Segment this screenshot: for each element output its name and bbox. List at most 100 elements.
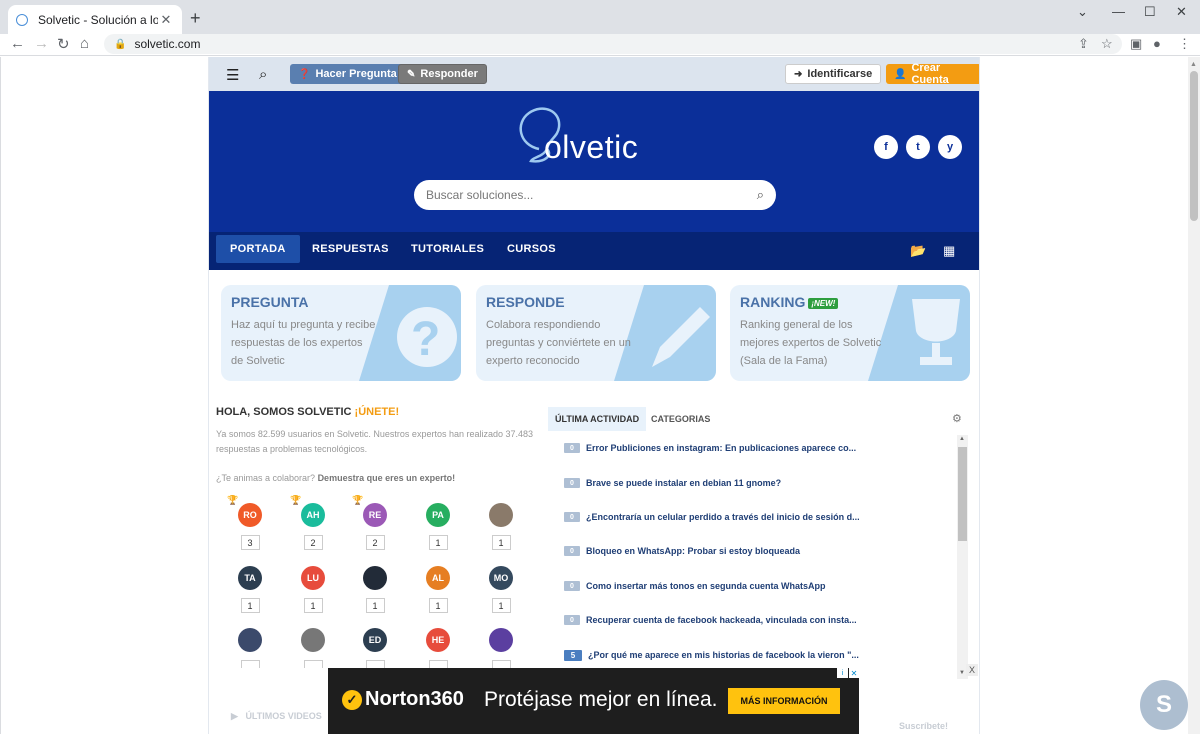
avatar[interactable]: MO xyxy=(489,566,513,590)
close-tab-icon[interactable]: ✕ xyxy=(158,12,174,28)
search-icon[interactable]: ⌕ xyxy=(259,66,267,83)
avatar[interactable]: AH xyxy=(301,503,325,527)
gear-icon[interactable]: ⚙ xyxy=(952,412,962,425)
ask-question-button[interactable]: ❓ Hacer Pregunta xyxy=(290,64,405,84)
activity-title[interactable]: Como insertar más tonos en segunda cuent… xyxy=(586,581,826,591)
user-entry[interactable]: 1 xyxy=(360,566,390,613)
avatar[interactable] xyxy=(363,566,387,590)
activity-title[interactable]: ¿Por qué me aparece en mis historias de … xyxy=(588,650,859,660)
user-entry[interactable]: ED xyxy=(360,628,390,668)
back-icon[interactable]: ← xyxy=(10,35,25,52)
activity-title[interactable]: Recuperar cuenta de facebook hackeada, v… xyxy=(586,615,857,625)
user-entry[interactable]: 🏆 RO 3 xyxy=(227,495,265,550)
ad-info-icon[interactable]: i xyxy=(837,668,848,678)
avatar[interactable] xyxy=(489,628,513,652)
avatar[interactable]: TA xyxy=(238,566,262,590)
scroll-up-icon[interactable]: ▲ xyxy=(959,436,965,442)
user-entry[interactable]: PA 1 xyxy=(423,503,453,550)
user-entry[interactable]: TA 1 xyxy=(235,566,265,613)
user-entry[interactable]: AL 1 xyxy=(423,566,453,613)
avatar[interactable] xyxy=(301,628,325,652)
search-submit-icon[interactable]: ⌕ xyxy=(757,187,764,203)
browser-tab[interactable]: Solvetic - Solución a los problem ✕ xyxy=(8,5,182,34)
card-responde[interactable]: RESPONDE Colabora respondiendo preguntas… xyxy=(476,285,716,381)
activity-item[interactable]: 0 Recuperar cuenta de facebook hackeada, … xyxy=(564,611,857,629)
nav-cursos[interactable]: CURSOS xyxy=(493,235,570,263)
reload-icon[interactable]: ↻ xyxy=(57,35,70,53)
minimize-icon[interactable]: — xyxy=(1112,4,1125,19)
youtube-icon[interactable]: y xyxy=(938,135,962,159)
subscribe-label[interactable]: Suscríbete! xyxy=(899,721,948,731)
avatar[interactable]: AL xyxy=(426,566,450,590)
maximize-icon[interactable]: ☐ xyxy=(1144,4,1156,20)
ad-cta-button[interactable]: MÁS INFORMACIÓN xyxy=(728,688,840,714)
card-pregunta[interactable]: ? PREGUNTA Haz aquí tu pregunta y recibe… xyxy=(221,285,461,381)
activity-title[interactable]: Error Publiciones en instagram: En publi… xyxy=(586,443,856,453)
user-entry[interactable]: LU 1 xyxy=(298,566,328,613)
side-panel-icon[interactable]: ▣ xyxy=(1130,36,1142,52)
scroll-down-icon[interactable]: ▼ xyxy=(959,670,965,676)
avatar[interactable]: PA xyxy=(426,503,450,527)
login-button[interactable]: ➜ Identificarse xyxy=(785,64,882,84)
activity-title[interactable]: ¿Encontraría un celular perdido a través… xyxy=(586,512,860,522)
avatar[interactable]: RO xyxy=(238,503,262,527)
user-entry[interactable]: 🏆 RE 2 xyxy=(352,495,390,550)
activity-item[interactable]: 5 ¿Por qué me aparece en mis historias de… xyxy=(564,646,859,664)
card-ranking[interactable]: RANKING ¡NEW! Ranking general de los mejo… xyxy=(730,285,970,381)
user-entry[interactable] xyxy=(235,628,265,668)
tab-categorias[interactable]: CATEGORIAS xyxy=(644,407,717,431)
folder-open-icon[interactable]: 📂 xyxy=(910,243,926,259)
activity-item[interactable]: 0 Bloqueo en WhatsApp: Probar si estoy bl… xyxy=(564,542,800,560)
invite-text: ¿Te animas a colaborar? Demuestra que er… xyxy=(216,473,455,483)
ad-close-icon[interactable]: ✕ xyxy=(849,668,859,678)
share-icon[interactable]: ⇪ xyxy=(1078,36,1089,52)
tab-search-icon[interactable]: ⌄ xyxy=(1077,4,1088,20)
profile-icon[interactable]: ● xyxy=(1153,36,1161,51)
activity-scroll-thumb[interactable] xyxy=(958,447,967,541)
activity-title[interactable]: Bloqueo en WhatsApp: Probar si estoy blo… xyxy=(586,546,800,556)
bookmark-star-icon[interactable]: ☆ xyxy=(1101,36,1113,52)
user-entry[interactable]: HE xyxy=(423,628,453,668)
page-scrollbar[interactable]: ▲ xyxy=(1188,57,1200,734)
user-entry[interactable] xyxy=(486,628,516,668)
scrollbar-thumb[interactable] xyxy=(1190,71,1198,221)
avatar[interactable]: LU xyxy=(301,566,325,590)
create-account-button[interactable]: 👤 Crear Cuenta xyxy=(886,62,979,86)
tab-ultima-actividad[interactable]: ÚLTIMA ACTIVIDAD xyxy=(548,407,647,431)
activity-item[interactable]: 0 Brave se puede instalar en debian 11 gn… xyxy=(564,474,781,492)
menu-kebab-icon[interactable]: ⋮ xyxy=(1178,36,1191,52)
user-entry[interactable] xyxy=(298,628,328,668)
activity-item[interactable]: 0 Como insertar más tonos en segunda cuen… xyxy=(564,577,826,595)
join-link[interactable]: ¡ÚNETE! xyxy=(355,406,400,418)
facebook-icon[interactable]: f xyxy=(874,135,898,159)
new-tab-icon[interactable]: + xyxy=(190,8,201,29)
forward-icon[interactable]: → xyxy=(34,35,49,52)
twitter-icon[interactable]: t xyxy=(906,135,930,159)
close-window-icon[interactable]: ✕ xyxy=(1176,4,1187,20)
user-entry[interactable]: 🏆 AH 2 xyxy=(290,495,328,550)
activity-item[interactable]: 0 Error Publiciones en instagram: En publ… xyxy=(564,439,856,457)
activity-title[interactable]: Brave se puede instalar en debian 11 gno… xyxy=(586,478,781,488)
user-entry[interactable]: 1 xyxy=(486,503,516,550)
answer-button[interactable]: ✎ Responder xyxy=(398,64,487,84)
avatar[interactable]: ED xyxy=(363,628,387,652)
nav-respuestas[interactable]: RESPUESTAS xyxy=(298,235,403,263)
invite-bold[interactable]: Demuestra que eres un experto! xyxy=(318,473,456,483)
search-input[interactable]: Buscar soluciones... ⌕ xyxy=(414,180,776,210)
avatar[interactable] xyxy=(489,503,513,527)
address-bar[interactable]: 🔒 solvetic.com xyxy=(104,34,1122,54)
calendar-icon[interactable]: ▦ xyxy=(943,243,955,259)
activity-item[interactable]: 0 ¿Encontraría un celular perdido a travé… xyxy=(564,508,860,526)
norton-ad-banner[interactable]: ✓ Norton360 Protéjase mejor en línea. MÁ… xyxy=(328,668,859,734)
activity-scrollbar[interactable]: ▲ ▼ xyxy=(957,435,968,679)
close-ad-x-icon[interactable]: X xyxy=(966,664,978,676)
nav-tutoriales[interactable]: TUTORIALES xyxy=(397,235,498,263)
nav-portada[interactable]: PORTADA xyxy=(216,235,300,263)
home-icon[interactable]: ⌂ xyxy=(80,35,89,52)
avatar[interactable]: HE xyxy=(426,628,450,652)
avatar[interactable] xyxy=(238,628,262,652)
user-entry[interactable]: MO 1 xyxy=(486,566,516,613)
hamburger-menu-icon[interactable]: ☰ xyxy=(226,66,239,84)
scroll-up-icon[interactable]: ▲ xyxy=(1190,61,1197,68)
avatar[interactable]: RE xyxy=(363,503,387,527)
